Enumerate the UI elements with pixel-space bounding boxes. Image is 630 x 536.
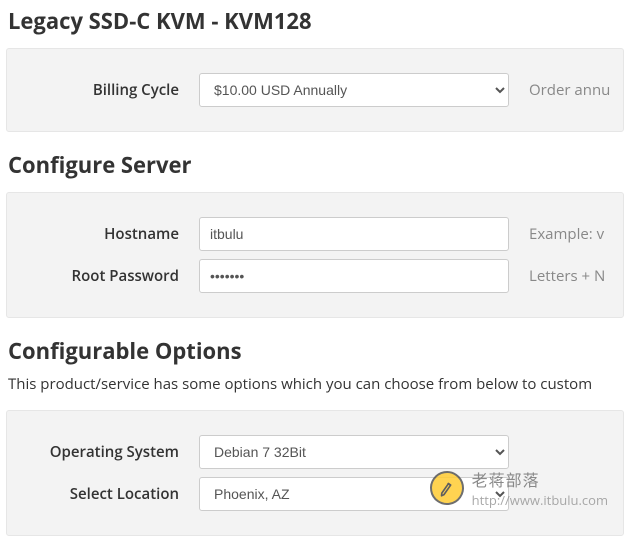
configure-heading: Configure Server	[0, 144, 630, 188]
rootpw-label: Root Password	[19, 266, 179, 286]
os-label: Operating System	[19, 442, 179, 462]
os-row: Operating System Debian 7 32Bit	[19, 435, 611, 469]
hostname-row: Hostname Example: v	[19, 217, 611, 251]
location-row: Select Location Phoenix, AZ	[19, 477, 611, 511]
rootpw-help-text: Letters + N	[529, 266, 611, 286]
billing-cycle-select[interactable]: $10.00 USD Annually	[199, 73, 509, 107]
billing-panel: Billing Cycle $10.00 USD Annually Order …	[6, 48, 624, 132]
hostname-label: Hostname	[19, 224, 179, 244]
hostname-input[interactable]	[199, 217, 509, 251]
rootpw-row: Root Password Letters + N	[19, 259, 611, 293]
options-note: This product/service has some options wh…	[0, 374, 630, 406]
billing-row: Billing Cycle $10.00 USD Annually Order …	[19, 73, 611, 107]
configure-panel: Hostname Example: v Root Password Letter…	[6, 192, 624, 318]
rootpw-input[interactable]	[199, 259, 509, 293]
hostname-help-text: Example: v	[529, 224, 611, 244]
location-label: Select Location	[19, 484, 179, 504]
page-title: Legacy SSD-C KVM - KVM128	[0, 0, 630, 44]
os-select[interactable]: Debian 7 32Bit	[199, 435, 509, 469]
billing-help-text: Order annu	[529, 80, 611, 100]
options-heading: Configurable Options	[0, 330, 630, 374]
options-panel: Operating System Debian 7 32Bit Select L…	[6, 410, 624, 536]
billing-label: Billing Cycle	[19, 80, 179, 100]
location-select[interactable]: Phoenix, AZ	[199, 477, 509, 511]
